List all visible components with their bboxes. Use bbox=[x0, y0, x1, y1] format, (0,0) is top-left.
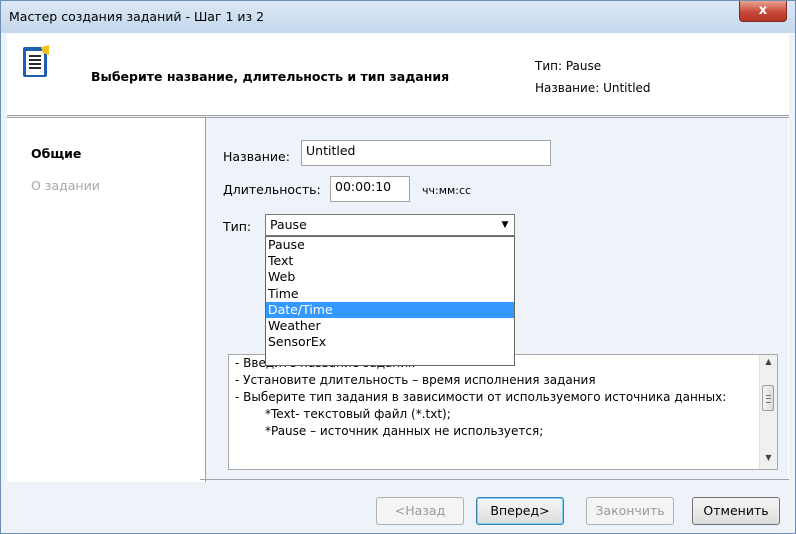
help-line: - Выберите тип задания в зависимости от … bbox=[235, 390, 727, 404]
help-line: *Pause – источник данных не используется… bbox=[265, 424, 544, 438]
chevron-down-icon[interactable]: ▼ bbox=[497, 216, 513, 234]
duration-input[interactable]: 00:00:10 bbox=[330, 176, 410, 202]
footer-divider bbox=[200, 479, 789, 480]
wizard-task-icon bbox=[23, 45, 49, 77]
next-button[interactable]: Вперед> bbox=[476, 497, 564, 525]
grip-icon bbox=[766, 395, 771, 403]
scroll-down-icon[interactable]: ▼ bbox=[760, 453, 777, 467]
close-button[interactable]: x bbox=[739, 1, 787, 22]
type-option-sensorex[interactable]: SensorEx bbox=[266, 334, 514, 350]
sidebar-item-general[interactable]: Общие bbox=[31, 146, 81, 161]
type-option-datetime[interactable]: Date/Time bbox=[266, 301, 514, 318]
name-label: Название: bbox=[223, 149, 290, 164]
help-line: *Text- текстовый файл (*.txt); bbox=[265, 407, 451, 421]
help-line: - Установите длительность – время исполн… bbox=[235, 373, 596, 387]
cancel-button[interactable]: Отменить bbox=[692, 497, 780, 525]
type-option-weather[interactable]: Weather bbox=[266, 318, 514, 334]
close-icon: x bbox=[758, 3, 768, 18]
wizard-body: Общие О задании Название: Untitled Длите… bbox=[7, 117, 789, 482]
duration-format-hint: чч:мм:сс bbox=[422, 184, 472, 197]
type-select[interactable]: Pause ▼ bbox=[265, 214, 515, 236]
finish-button[interactable]: Закончить bbox=[586, 497, 674, 525]
wizard-header: Выберите название, длительность и тип за… bbox=[7, 33, 789, 116]
type-select-value: Pause bbox=[270, 217, 307, 232]
title-bar[interactable]: Мастер создания заданий - Шаг 1 из 2 x bbox=[1, 1, 795, 33]
scroll-thumb[interactable] bbox=[762, 385, 774, 411]
form-panel: Название: Untitled Длительность: 00:00:1… bbox=[206, 118, 788, 480]
name-input[interactable]: Untitled bbox=[301, 140, 551, 166]
duration-value: 00:00:10 bbox=[335, 179, 392, 194]
type-option-pause[interactable]: Pause bbox=[266, 237, 514, 253]
wizard-window: Мастер создания заданий - Шаг 1 из 2 x В… bbox=[0, 0, 796, 534]
help-text: - Введите название задания - Установите … bbox=[235, 355, 755, 440]
duration-label: Длительность: bbox=[223, 182, 321, 197]
help-scrollbar[interactable]: ▲ ▼ bbox=[759, 355, 777, 469]
help-textbox[interactable]: - Введите название задания - Установите … bbox=[228, 354, 778, 470]
sidebar-item-about: О задании bbox=[31, 178, 100, 193]
step-title: Выберите название, длительность и тип за… bbox=[91, 69, 450, 84]
type-option-text[interactable]: Text bbox=[266, 253, 514, 269]
header-name-info: Название: Untitled bbox=[535, 81, 651, 95]
header-type-info: Тип: Pause bbox=[535, 59, 602, 73]
type-option-time[interactable]: Time bbox=[266, 286, 514, 302]
window-title: Мастер создания заданий - Шаг 1 из 2 bbox=[9, 9, 265, 24]
scroll-up-icon[interactable]: ▲ bbox=[760, 357, 777, 371]
back-button[interactable]: <Назад bbox=[376, 497, 464, 525]
type-label: Тип: bbox=[223, 219, 252, 234]
type-dropdown-list: Pause Text Web Time Date/Time Weather Se… bbox=[265, 236, 515, 366]
wizard-sidebar: Общие О задании bbox=[7, 118, 206, 482]
grip-line bbox=[766, 398, 771, 399]
type-option-web[interactable]: Web bbox=[266, 269, 514, 285]
name-value: Untitled bbox=[306, 143, 356, 158]
